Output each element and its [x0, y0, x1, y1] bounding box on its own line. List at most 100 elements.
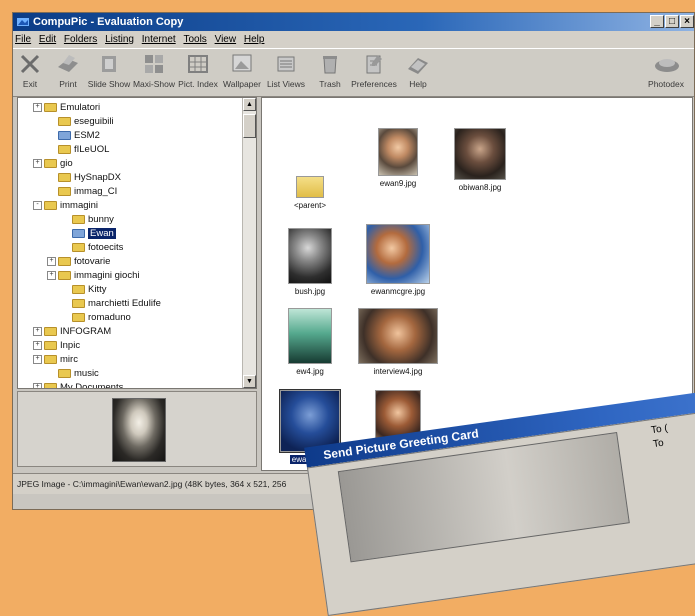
- slide-show-button[interactable]: Slide Show: [86, 51, 132, 94]
- tree-item-gio[interactable]: + gio: [33, 157, 73, 170]
- collapse-icon[interactable]: -: [33, 200, 42, 210]
- help-icon: [408, 58, 428, 74]
- photodex-button[interactable]: Photodex: [643, 51, 689, 94]
- tree-item-my-documents[interactable]: + My Documents: [33, 381, 124, 389]
- tree-item-fotoecits[interactable]: fotoecits: [72, 241, 123, 254]
- print-button[interactable]: Print: [45, 51, 91, 94]
- tree-item-immag-ci[interactable]: immag_CI: [58, 185, 117, 198]
- tree-item-label: HySnapDX: [74, 172, 121, 183]
- file-name: <parent>: [293, 201, 327, 210]
- file-name: obiwan8.jpg: [458, 183, 502, 192]
- menu-help[interactable]: Help: [244, 31, 265, 48]
- folder-tree[interactable]: + Emulatori eseguibili ESM2 fILeUOL + gio HySna…: [17, 97, 257, 389]
- tree-item-inpic[interactable]: + Inpic: [33, 339, 80, 352]
- tree-item-fileuol[interactable]: fILeUOL: [58, 143, 109, 156]
- menu-bar: File Edit Folders Listing Internet Tools…: [13, 31, 694, 48]
- list-views-button[interactable]: List Views: [263, 51, 309, 94]
- wallpaper-button[interactable]: Wallpaper: [219, 51, 265, 94]
- folder-icon: [58, 172, 71, 182]
- tree-item-infogram[interactable]: + INFOGRAM: [33, 325, 111, 338]
- scroll-down-button[interactable]: ▼: [243, 375, 256, 388]
- expand-icon[interactable]: +: [33, 158, 42, 168]
- file-item-bush-jpg[interactable]: bush.jpg: [270, 228, 350, 296]
- folder-icon: [44, 354, 57, 364]
- preferences-button[interactable]: Preferences: [351, 51, 397, 94]
- tree-item-label: immagini giochi: [74, 270, 140, 281]
- file-name: bush.jpg: [294, 287, 326, 296]
- tree-item-emulatori[interactable]: + Emulatori: [33, 101, 100, 114]
- list-views-icon: [277, 56, 295, 72]
- tree-item-label: Kitty: [88, 284, 107, 295]
- folder-icon: [72, 312, 85, 322]
- tree-item-mirc[interactable]: + mirc: [33, 353, 78, 366]
- tree-item-label: eseguibili: [74, 116, 114, 127]
- tree-item-label: bunny: [88, 214, 114, 225]
- toolbar: Exit Print Slide Show Maxi-Show Pict. In…: [13, 48, 694, 97]
- expand-icon[interactable]: +: [33, 326, 42, 336]
- print-icon: [58, 55, 78, 72]
- tree-item-esm2[interactable]: ESM2: [58, 129, 100, 142]
- tree-item-label: mirc: [60, 354, 78, 365]
- tree-item-eseguibili[interactable]: eseguibili: [58, 115, 114, 128]
- tree-item-bunny[interactable]: bunny: [72, 213, 114, 226]
- tree-item-label: gio: [60, 158, 73, 169]
- scroll-thumb[interactable]: [243, 114, 256, 138]
- tree-item-fotovarie[interactable]: + fotovarie: [47, 255, 110, 268]
- expand-icon[interactable]: +: [33, 102, 42, 112]
- file-name: interview4.jpg: [373, 367, 423, 376]
- expand-icon[interactable]: +: [33, 354, 42, 364]
- parent-folder-icon: [296, 176, 324, 198]
- tree-item-romaduno[interactable]: romaduno: [72, 311, 131, 324]
- file-item-ewan9-jpg[interactable]: ewan9.jpg: [358, 128, 438, 188]
- tree-item-label: Emulatori: [60, 102, 101, 113]
- maximize-button[interactable]: □: [665, 15, 679, 28]
- tree-item-marchietti-edulife[interactable]: marchietti Edulife: [72, 297, 161, 310]
- expand-icon[interactable]: +: [47, 256, 56, 266]
- tree-item-label: INFOGRAM: [60, 326, 112, 337]
- file-item-ewanmcgre-jpg[interactable]: ewanmcgre.jpg: [358, 224, 438, 296]
- folder-icon: [44, 200, 57, 210]
- title-bar[interactable]: CompuPic - Evaluation Copy _ □ ×: [13, 13, 694, 31]
- file-item-ew4-jpg[interactable]: ew4.jpg: [270, 308, 350, 376]
- scroll-up-button[interactable]: ▲: [243, 98, 256, 111]
- help-button[interactable]: Help: [395, 51, 441, 94]
- maxi-show-button[interactable]: Maxi-Show: [131, 51, 177, 94]
- expand-icon[interactable]: +: [33, 340, 42, 350]
- tree-item-immagini-giochi[interactable]: + immagini giochi: [47, 269, 139, 282]
- menu-listing[interactable]: Listing: [105, 31, 134, 48]
- file-item-interview4-jpg[interactable]: interview4.jpg: [358, 308, 438, 376]
- close-button[interactable]: ×: [680, 15, 694, 28]
- photodex-logo-icon: [655, 59, 679, 72]
- tree-item-music[interactable]: music: [58, 367, 99, 380]
- folder-icon: [58, 256, 71, 266]
- menu-folders[interactable]: Folders: [64, 31, 97, 48]
- menu-edit[interactable]: Edit: [39, 31, 56, 48]
- to-label: To (: [650, 422, 669, 437]
- minimize-button[interactable]: _: [650, 15, 664, 28]
- menu-view[interactable]: View: [215, 31, 237, 48]
- menu-internet[interactable]: Internet: [142, 31, 176, 48]
- photo-thumbnail: [366, 224, 430, 284]
- window-title: CompuPic - Evaluation Copy: [33, 16, 184, 28]
- file-item-obiwan8-jpg[interactable]: obiwan8.jpg: [440, 128, 520, 192]
- folder-icon: [58, 116, 71, 126]
- menu-file[interactable]: File: [15, 31, 31, 48]
- wallpaper-icon: [232, 54, 252, 72]
- folder-icon: [44, 102, 57, 112]
- trash-button[interactable]: Trash: [307, 51, 353, 94]
- app-icon: [17, 18, 29, 26]
- tree-scrollbar[interactable]: ▲ ▼: [242, 98, 256, 388]
- tree-item-immagini[interactable]: - immagini: [33, 199, 98, 212]
- tree-item-kitty[interactable]: Kitty: [72, 283, 106, 296]
- file-item-parent[interactable]: <parent>: [270, 176, 350, 210]
- tree-item-label: My Documents: [60, 382, 124, 389]
- menu-tools[interactable]: Tools: [183, 31, 206, 48]
- tree-item-ewan[interactable]: Ewan: [72, 227, 116, 240]
- expand-icon[interactable]: +: [33, 382, 42, 388]
- folder-icon: [58, 186, 71, 196]
- expand-icon[interactable]: +: [47, 270, 56, 280]
- pict-index-button[interactable]: Pict. Index: [175, 51, 221, 94]
- preview-thumbnail: [112, 398, 166, 462]
- photo-thumbnail: [454, 128, 506, 180]
- tree-item-hysnapdx[interactable]: HySnapDX: [58, 171, 121, 184]
